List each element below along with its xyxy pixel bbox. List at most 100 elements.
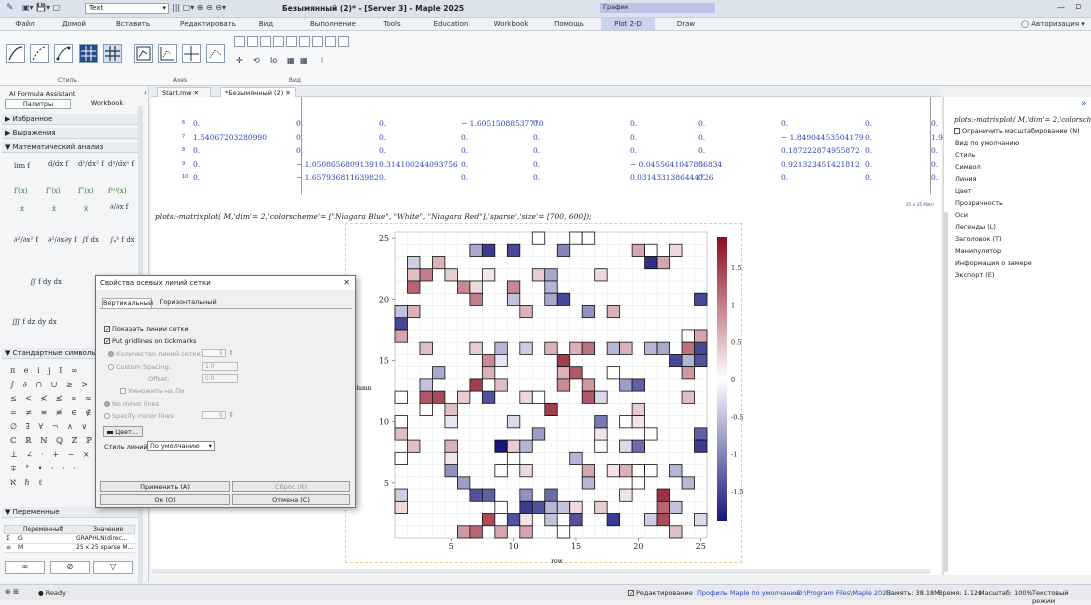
partial-template[interactable]: ∂/∂x f xyxy=(110,203,128,211)
tab-palettes[interactable]: Палитры xyxy=(5,99,71,109)
context-item[interactable]: Стиль xyxy=(955,151,976,159)
matrix-plot[interactable]: 5 10 15 20 25 5 10 15 20 25 row Column 1.5 1 0.5 0 -0.5-… xyxy=(345,223,744,565)
hide-variables-button[interactable]: ⊘ xyxy=(50,561,90,574)
heatmap-svg[interactable]: 5 10 15 20 25510152025rowColumn1.510.50-0.5-… xyxy=(346,224,744,565)
section-variables[interactable]: ▼ Переменные xyxy=(2,507,142,518)
probe-icon[interactable] xyxy=(338,36,349,47)
worksheet-hscrollbar[interactable] xyxy=(151,569,931,574)
axes-normal-button[interactable] xyxy=(182,44,201,63)
second-derivative-template[interactable]: d²/dx² f xyxy=(78,160,104,168)
tab-start[interactable]: Start.mw ✕ xyxy=(157,87,211,97)
custom-spacing-input[interactable]: 1.0 xyxy=(202,362,238,371)
collapse-panel-icon[interactable]: ‹ xyxy=(144,89,147,97)
custom-spacing-radio[interactable]: Custom Spacing: xyxy=(108,363,171,371)
ok-button[interactable]: Ок (O) xyxy=(100,494,230,505)
log-scale-icon[interactable]: lo xyxy=(270,56,277,65)
context-item[interactable]: Манипулятор xyxy=(955,247,1001,255)
close-icon[interactable]: ✕ xyxy=(285,89,290,97)
cancel-button[interactable]: Отмена (C) xyxy=(232,494,350,505)
context-item[interactable]: Оси xyxy=(955,211,968,219)
tab-untitled[interactable]: *Безымянный (2) ✕ xyxy=(220,87,296,97)
menu-item[interactable]: Draw xyxy=(666,20,706,28)
minor-lines-spinner[interactable]: 0 ⇕ xyxy=(202,411,234,419)
gridlines-icon[interactable]: ▦ xyxy=(287,56,295,65)
line-style-select[interactable]: По умолчанию ▾ xyxy=(147,441,215,451)
sort-icon[interactable]: ^ xyxy=(59,526,64,533)
menu-item[interactable]: Помощь xyxy=(549,20,589,28)
filter-variables-button[interactable]: ▽ xyxy=(93,561,133,574)
maximize-icon[interactable]: ▫ xyxy=(1075,2,1081,12)
num-gridlines-spinner[interactable]: 5 ⇕ xyxy=(202,349,234,357)
mixed-partial-template[interactable]: ∂²/∂x∂y f xyxy=(48,236,77,244)
triple-prime-template[interactable]: f‴(x) xyxy=(78,187,94,195)
menu-item[interactable]: Редактировать xyxy=(180,20,236,28)
num-gridlines-radio[interactable]: Количество линий сетки xyxy=(108,350,201,358)
var-col-name[interactable]: Переменные xyxy=(23,526,63,533)
menu-item[interactable]: Education xyxy=(431,20,471,28)
definite-integral-template[interactable]: ∫ₐᵇ f dx xyxy=(110,236,135,244)
section-calculus[interactable]: ▼ Математический анализ xyxy=(2,142,142,153)
context-item[interactable]: Прозрачность xyxy=(955,199,1003,207)
zoom-box-icon[interactable] xyxy=(286,36,297,47)
status-icons[interactable]: ⊛ ⊞ xyxy=(5,588,19,596)
sign-in-menu[interactable]: ◯ Авторизация ▾ xyxy=(1017,20,1089,28)
prime-template[interactable]: f′(x) xyxy=(14,187,28,195)
constrain-scaling-checkbox[interactable] xyxy=(954,128,960,134)
rotate-icon[interactable] xyxy=(312,36,323,47)
zoom-in-icon[interactable] xyxy=(260,36,271,47)
zoom-out-icon[interactable] xyxy=(273,36,284,47)
context-panel-scrollbar[interactable] xyxy=(944,212,948,572)
quick-access-icons[interactable]: ▣▾ 💾▾ ▢ xyxy=(22,3,60,12)
menu-item[interactable]: Домой xyxy=(54,20,94,28)
context-item[interactable]: Ограничить масштабирование (N) xyxy=(954,127,1080,135)
curve-fit-icon[interactable]: ⌇ xyxy=(320,56,324,65)
context-item[interactable]: Линия xyxy=(955,175,977,183)
axes-boxed-button[interactable] xyxy=(134,44,153,63)
limit-template[interactable]: lim f xyxy=(14,162,30,170)
dddot-template[interactable]: x⃛ xyxy=(84,205,88,213)
zoom-level[interactable]: Масштаб: 100% xyxy=(979,589,1033,597)
menu-item[interactable]: Вид xyxy=(246,20,286,28)
tab-horizontal[interactable]: Горизонтальный xyxy=(158,298,218,308)
triple-integral-template[interactable]: ∭ f dz dy dx xyxy=(12,318,57,326)
variable-row[interactable]: Σ G GRAPHLN(direc... xyxy=(4,535,135,544)
context-item[interactable]: Информация о замере xyxy=(955,259,1032,267)
curve-style-button[interactable] xyxy=(54,44,73,63)
scale-icon[interactable] xyxy=(299,36,310,47)
close-icon[interactable]: ✕ xyxy=(343,278,350,287)
context-item[interactable]: Символ xyxy=(955,163,981,171)
menu-item[interactable]: Tools xyxy=(372,20,412,28)
section-favorites[interactable]: ▶ Избранное xyxy=(2,114,142,125)
grid-style-button[interactable] xyxy=(79,44,98,63)
menu-item[interactable]: Выполнение xyxy=(310,20,356,28)
context-item[interactable]: Легенды (L) xyxy=(955,223,996,231)
install-path-link[interactable]: D:\Program Files\Maple 2025 xyxy=(797,589,890,597)
show-gridlines-checkbox[interactable]: ✓ Показать линии сетки xyxy=(104,325,189,333)
style-select[interactable]: Text ▾ xyxy=(85,3,169,14)
minimize-icon[interactable]: — xyxy=(1057,3,1065,12)
double-prime-template[interactable]: f″(x) xyxy=(46,187,61,195)
nth-derivative-template[interactable]: dⁿ/dxⁿ f xyxy=(108,160,134,168)
section-expressions[interactable]: ▶ Выражения xyxy=(2,128,142,139)
derivative-template[interactable]: d/dx f xyxy=(48,160,68,168)
color-button[interactable]: Цвет... xyxy=(103,426,143,437)
menu-item[interactable]: Workbook xyxy=(491,20,531,28)
tab-vertical[interactable]: Вертикальный xyxy=(102,298,153,308)
no-minor-lines-radio[interactable]: No minor lines xyxy=(104,400,159,408)
crosshair-icon[interactable]: ✛ xyxy=(236,56,243,65)
pan-icon[interactable] xyxy=(247,36,258,47)
point-line-style-button[interactable] xyxy=(30,44,49,63)
axes-frame-button[interactable] xyxy=(158,44,177,63)
reset-view-icon[interactable]: ⟲ xyxy=(253,56,260,65)
reset-button[interactable]: Сброс (R) xyxy=(232,481,350,492)
apply-button[interactable]: Применить (A) xyxy=(100,481,230,492)
indefinite-integral-template[interactable]: ∫f dx xyxy=(82,236,99,244)
offset-input[interactable]: 0.0 xyxy=(202,374,238,383)
second-partial-template[interactable]: ∂²/∂x² f xyxy=(14,236,38,244)
context-item[interactable]: Цвет xyxy=(955,187,972,195)
edit-mode-checkbox[interactable]: ✓ Редактирование xyxy=(628,589,693,597)
ddot-template[interactable]: ẍ xyxy=(52,205,56,213)
close-icon[interactable]: ✕ xyxy=(194,89,199,97)
variable-row[interactable]: ≡ M 25 x 25 sparse M... xyxy=(4,544,135,553)
menu-item[interactable]: Plot 2-D xyxy=(601,18,655,30)
